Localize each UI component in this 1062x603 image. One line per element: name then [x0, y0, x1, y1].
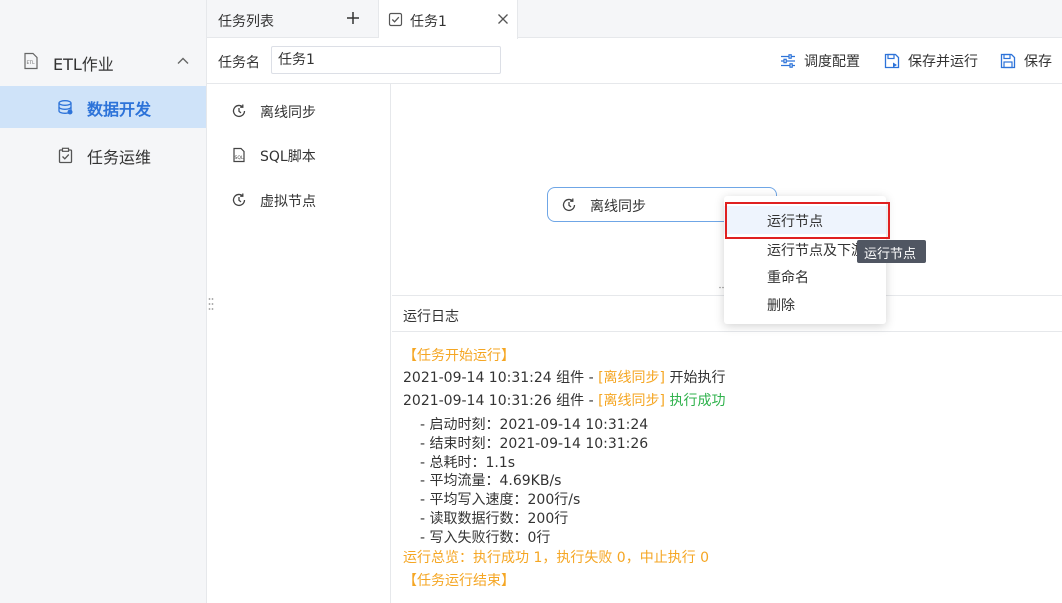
toolbar: 任务名 任务1 调度配置 保存并运行 保存 — [207, 39, 1062, 84]
log-tag: [离线同步] — [598, 393, 666, 409]
component-label: SQL脚本 — [260, 149, 316, 165]
component-virtual-node[interactable]: 虚拟节点 — [207, 184, 390, 216]
tab-label: 任务1 — [410, 14, 447, 30]
menu-item-rename[interactable]: 重命名 — [724, 262, 886, 290]
menu-item-label: 运行节点及下游 — [767, 243, 857, 259]
log-tag: [离线同步] — [598, 370, 666, 386]
sidebar-item-label: 任务运维 — [87, 148, 152, 167]
tooltip: 运行节点 — [857, 240, 926, 263]
menu-item-delete[interactable]: 删除 — [724, 290, 886, 318]
sidebar-item-label: 数据开发 — [87, 100, 152, 119]
log-time: 2021-09-14 10:31:26 组件 - — [403, 393, 599, 409]
sidebar-item-task-ops[interactable]: 任务运维 — [0, 134, 206, 176]
svg-text:SQL: SQL — [235, 155, 245, 161]
clipboard-check-icon — [58, 147, 73, 164]
node-label: 离线同步 — [590, 199, 646, 215]
log-body: 【任务开始运行】 2021-09-14 10:31:24 组件 - [离线同步]… — [392, 332, 1062, 603]
log-summary: 运行总览：执行成功 1，执行失败 0，中止执行 0 — [403, 550, 710, 566]
component-label: 离线同步 — [260, 105, 316, 121]
schedule-config-button[interactable]: 调度配置 — [780, 51, 864, 71]
button-label: 调度配置 — [804, 54, 860, 70]
log-detail: - 平均流量：4.69KB/s — [420, 473, 562, 489]
nav-group-label: ETL作业 — [53, 55, 114, 74]
save-icon — [1000, 53, 1016, 69]
tab-task-list[interactable]: 任务列表 — [207, 0, 379, 38]
menu-item-label: 重命名 — [767, 270, 809, 286]
tab-task1[interactable]: 任务1 — [379, 0, 518, 39]
component-label: 虚拟节点 — [260, 194, 316, 210]
sql-script-icon: SQL — [233, 147, 245, 163]
plus-icon[interactable] — [346, 11, 360, 25]
log-line-start: 2021-09-14 10:31:24 组件 - [离线同步] 开始执行 — [403, 367, 725, 387]
sync-clock-icon — [232, 104, 246, 118]
component-panel: 离线同步 SQL SQL脚本 虚拟节点 — [207, 84, 391, 603]
tooltip-text: 运行节点 — [864, 247, 917, 262]
task-name-label: 任务名 — [218, 55, 260, 71]
highlight-annotation-box — [725, 202, 890, 239]
close-icon[interactable] — [497, 13, 509, 25]
component-offline-sync[interactable]: 离线同步 — [207, 95, 390, 127]
sync-clock-icon — [232, 193, 246, 207]
save-and-run-button[interactable]: 保存并运行 — [884, 51, 980, 71]
button-label: 保存 — [1024, 54, 1052, 70]
database-icon — [58, 100, 73, 115]
component-sql-script[interactable]: SQL SQL脚本 — [207, 139, 390, 171]
task-check-icon — [388, 12, 403, 27]
log-line-success: 2021-09-14 10:31:26 组件 - [离线同步] 执行成功 — [403, 390, 725, 410]
nav-group-etl[interactable]: ETL ETL作业 — [0, 42, 206, 80]
log-msg: 执行成功 — [665, 393, 726, 409]
log-title: 运行日志 — [403, 309, 459, 325]
menu-item-label: 删除 — [767, 298, 795, 314]
etl-file-icon: ETL — [24, 52, 38, 70]
left-nav: ETL ETL作业 数据开发 任务运维 — [0, 0, 207, 603]
sidebar-item-data-dev[interactable]: 数据开发 — [0, 86, 206, 128]
sync-clock-icon — [562, 198, 576, 212]
svg-text:ETL: ETL — [27, 60, 36, 66]
panel-resize-handle[interactable] — [208, 297, 214, 311]
log-detail: - 启动时刻：2021-09-14 10:31:24 — [420, 417, 649, 433]
log-detail: - 结束时刻：2021-09-14 10:31:26 — [420, 436, 649, 452]
log-detail: - 总耗时：1.1s — [420, 455, 516, 471]
sliders-icon — [781, 54, 795, 68]
log-detail: - 读取数据行数：200行 — [420, 511, 569, 527]
tab-bar: 任务列表 任务1 — [207, 0, 1062, 39]
chevron-up-icon[interactable] — [176, 54, 190, 68]
log-detail: - 平均写入速度：200行/s — [420, 492, 581, 508]
tab-label: 任务列表 — [218, 14, 274, 30]
save-button[interactable]: 保存 — [1000, 51, 1056, 71]
save-run-icon — [884, 53, 900, 69]
log-time: 2021-09-14 10:31:24 组件 - — [403, 370, 599, 386]
task-name-input[interactable]: 任务1 — [271, 46, 501, 74]
log-msg: 开始执行 — [665, 370, 726, 386]
app-root: ETL ETL作业 数据开发 任务运维 任务列表 任务1 任务名 任务1 调度配… — [0, 0, 1062, 603]
button-label: 保存并运行 — [908, 54, 978, 70]
log-detail: - 写入失败行数：0行 — [420, 530, 551, 546]
menu-item-run-node-downstream[interactable]: 运行节点及下游 — [724, 235, 857, 263]
log-start: 【任务开始运行】 — [403, 348, 515, 364]
log-end: 【任务运行结束】 — [403, 573, 515, 589]
